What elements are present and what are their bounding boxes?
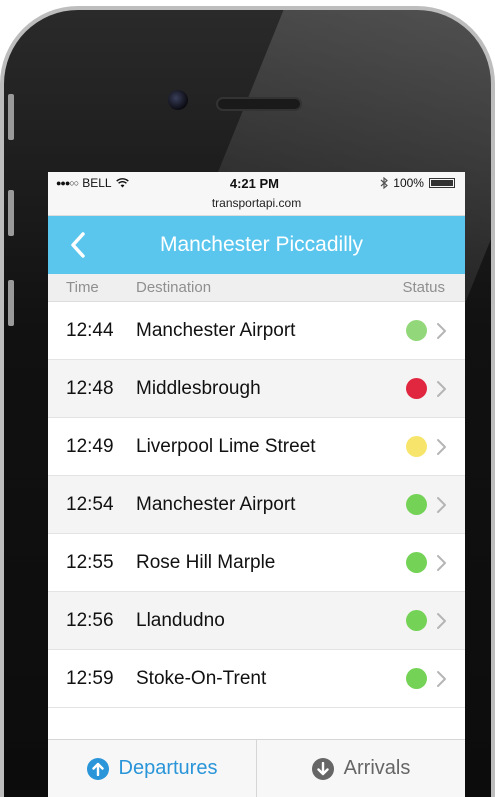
status-time: 4:21 PM — [229, 175, 279, 191]
departure-time: 12:48 — [66, 377, 114, 399]
column-header: Time Destination Status — [48, 274, 465, 302]
status-indicator — [406, 436, 427, 457]
url-bar[interactable]: transportapi.com — [48, 194, 465, 216]
tab-departures-label: Departures — [118, 757, 218, 779]
volume-down-button — [8, 280, 14, 326]
column-destination-header: Destination — [136, 279, 212, 296]
departure-time: 12:56 — [66, 609, 114, 631]
tab-arrivals-label: Arrivals — [343, 757, 411, 779]
departure-row[interactable]: 12:49 Liverpool Lime Street — [48, 418, 465, 476]
phone-screen: ●●●○○ BELL 4:21 PM 100% transportapi.com… — [48, 172, 465, 797]
tab-arrivals[interactable]: Arrivals — [256, 740, 465, 797]
page-title: Manchester Piccadilly — [159, 233, 364, 256]
mute-switch — [8, 94, 14, 140]
back-button[interactable] — [64, 230, 92, 260]
status-bar-right: 100% — [380, 176, 455, 190]
departure-time: 12:55 — [66, 551, 114, 573]
departures-list: 12:44 Manchester Airport 12:48 Middlesbroug… — [48, 302, 465, 708]
tab-departures[interactable]: Departures — [48, 740, 256, 797]
battery-percentage: 100% — [393, 176, 424, 190]
earpiece-speaker — [216, 97, 302, 111]
column-time-header: Time — [66, 279, 99, 296]
chevron-right-icon — [437, 380, 446, 397]
chevron-left-icon — [71, 232, 85, 258]
departure-row[interactable]: 12:44 Manchester Airport — [48, 302, 465, 360]
departure-destination: Manchester Airport — [136, 319, 296, 341]
arrow-down-icon — [311, 757, 334, 780]
departure-destination: Liverpool Lime Street — [136, 435, 316, 457]
departure-row[interactable]: 12:59 Stoke-On-Trent — [48, 650, 465, 708]
departure-row[interactable]: 12:48 Middlesbrough — [48, 360, 465, 418]
status-indicator — [406, 378, 427, 399]
departure-destination: Stoke-On-Trent — [136, 667, 267, 689]
chevron-right-icon — [437, 438, 446, 455]
departure-destination: Manchester Airport — [136, 493, 296, 515]
bluetooth-icon — [380, 177, 389, 189]
departure-time: 12:59 — [66, 667, 114, 689]
departure-time: 12:49 — [66, 435, 114, 457]
chevron-right-icon — [437, 670, 446, 687]
departure-destination: Middlesbrough — [136, 377, 261, 399]
status-indicator — [406, 494, 427, 515]
status-bar-left: ●●●○○ BELL — [56, 176, 129, 190]
carrier-name: BELL — [82, 176, 112, 190]
arrow-up-icon — [86, 757, 109, 780]
chevron-right-icon — [437, 554, 446, 571]
departure-time: 12:54 — [66, 493, 114, 515]
departure-row[interactable]: 12:56 Llandudno — [48, 592, 465, 650]
column-status-header: Status — [402, 279, 445, 296]
tab-bar: Departures Arrivals — [48, 739, 465, 797]
signal-icon: ●●●○○ — [56, 178, 79, 188]
status-indicator — [406, 552, 427, 573]
chevron-right-icon — [437, 322, 446, 339]
departure-time: 12:44 — [66, 319, 114, 341]
wifi-icon — [115, 178, 129, 188]
chevron-right-icon — [437, 612, 446, 629]
status-indicator — [406, 320, 427, 341]
front-camera — [168, 90, 188, 110]
departure-destination: Rose Hill Marple — [136, 551, 276, 573]
departure-row[interactable]: 12:55 Rose Hill Marple — [48, 534, 465, 592]
volume-up-button — [8, 190, 14, 236]
navigation-bar: Manchester Piccadilly — [48, 216, 465, 274]
status-indicator — [406, 668, 427, 689]
chevron-right-icon — [437, 496, 446, 513]
status-indicator — [406, 610, 427, 631]
departure-destination: Llandudno — [136, 609, 225, 631]
status-bar: ●●●○○ BELL 4:21 PM 100% — [48, 172, 465, 194]
departure-row[interactable]: 12:54 Manchester Airport — [48, 476, 465, 534]
battery-icon — [428, 178, 455, 188]
